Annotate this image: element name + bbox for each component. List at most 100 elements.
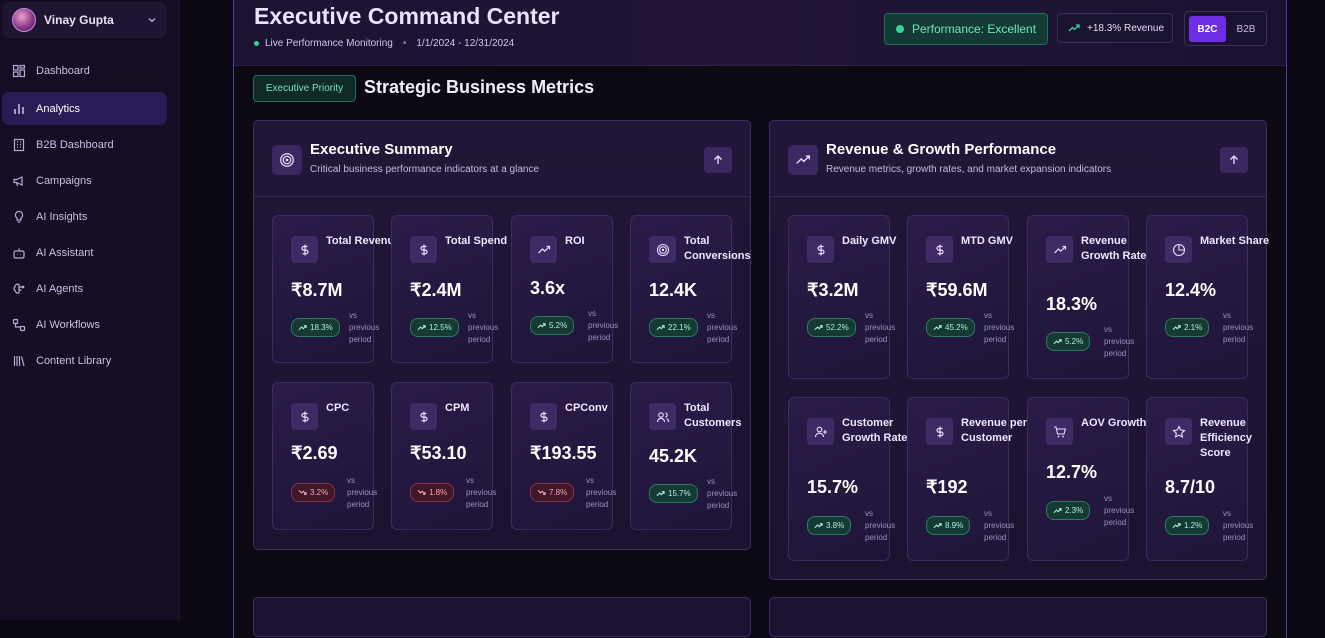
trending-up-icon <box>530 236 557 263</box>
sidebar-item-label: Dashboard <box>36 64 90 77</box>
trending-up-icon <box>814 323 826 332</box>
metric-card-cpc[interactable]: CPC ₹2.69 3.2% vs previous period <box>272 382 377 530</box>
trending-up-icon <box>933 521 945 530</box>
sidebar-item-label: AI Assistant <box>36 246 94 259</box>
change-value: 2.1% <box>1184 323 1203 332</box>
sidebar-item-label: AI Insights <box>36 210 88 223</box>
trending-up-icon <box>1046 236 1073 263</box>
panel-header: Executive Summary Critical business perf… <box>254 121 750 197</box>
change-badge: 18.3% <box>291 318 340 337</box>
metric-value: ₹59.6M <box>926 280 988 300</box>
change-value: 5.2% <box>549 321 568 330</box>
vs-previous-period-label: vs previous period <box>984 509 1015 542</box>
metric-card-revenue-efficiency-score[interactable]: Revenue Efficiency Score 8.7/10 1.2% vs … <box>1146 397 1253 561</box>
trending-up-icon <box>933 323 945 332</box>
sidebar-item-ai-workflows[interactable]: AI Workflows <box>2 308 167 341</box>
metric-card-customer-growth-rate[interactable]: Customer Growth Rate 15.7% 3.8% vs previ… <box>788 397 907 561</box>
sidebar-item-analytics[interactable]: Analytics <box>2 92 167 125</box>
users-icon <box>649 403 676 430</box>
trending-down-icon <box>298 488 310 497</box>
sidebar-item-ai-agents[interactable]: AI Agents <box>2 272 167 305</box>
vs-previous-period-label: vs previous period <box>1223 311 1254 344</box>
segment-b2c-button[interactable]: B2C <box>1189 16 1226 42</box>
change-badge: 3.8% <box>807 516 852 535</box>
trending-up-icon <box>656 489 668 498</box>
grid-icon <box>12 64 26 77</box>
metric-value: 3.6x <box>530 278 566 298</box>
metric-card-revenue-per-customer[interactable]: Revenue per Customer ₹192 8.9% vs previo… <box>907 397 1027 561</box>
panel-title: Executive Summary <box>310 141 453 158</box>
segment-b2b-button[interactable]: B2B <box>1228 16 1264 42</box>
vs-previous-period-label: vs previous period <box>349 311 380 344</box>
metric-card-roi[interactable]: ROI 3.6x 5.2% vs previous period <box>511 215 618 363</box>
sidebar-item-label: B2B Dashboard <box>36 138 114 151</box>
metric-card-cpm[interactable]: CPM ₹53.10 1.8% vs previous period <box>391 382 496 530</box>
chevron-down-icon <box>147 15 167 25</box>
trending-up-icon <box>537 321 549 330</box>
trending-up-icon <box>1053 337 1065 346</box>
metric-label: Market Share <box>1200 235 1270 247</box>
trending-up-icon <box>814 521 826 530</box>
trending-down-icon <box>537 488 549 497</box>
vs-previous-period-label: vs previous period <box>588 309 619 342</box>
vs-previous-period-label: vs previous period <box>984 311 1015 344</box>
change-value: 8.9% <box>945 521 964 530</box>
workflow-icon <box>12 318 26 331</box>
trending-up-icon <box>788 145 818 175</box>
cart-icon <box>1046 418 1073 445</box>
change-value: 5.2% <box>1065 337 1084 346</box>
change-badge: 22.1% <box>649 318 698 337</box>
metric-card-total-customers[interactable]: Total Customers 45.2K 15.7% vs previous … <box>630 382 741 530</box>
metric-card-cpconv[interactable]: CPConv ₹193.55 7.8% vs previous period <box>511 382 616 530</box>
revenue-growth-performance-panel: Revenue & Growth Performance Revenue met… <box>769 120 1269 580</box>
sidebar-item-ai-assistant[interactable]: AI Assistant <box>2 236 167 269</box>
metric-value: ₹193.55 <box>530 443 597 463</box>
change-badge: 2.3% <box>1046 501 1091 520</box>
metric-card-aov-growth[interactable]: AOV Growth 12.7% 2.3% vs previous period <box>1027 397 1146 561</box>
metric-value: 12.7% <box>1046 462 1098 482</box>
change-badge: 12.5% <box>410 318 459 337</box>
page-header: Executive Command Center Live Performanc… <box>234 0 1286 66</box>
metric-label: Total Customers <box>684 402 742 429</box>
vs-previous-period-label: vs previous period <box>468 311 499 344</box>
change-badge: 1.8% <box>410 483 455 502</box>
sidebar: Vinay Gupta Dashboard Analytics B2B Dash… <box>0 0 180 620</box>
dollar-icon <box>926 236 953 263</box>
arrow-up-icon <box>1228 154 1240 166</box>
change-badge: 8.9% <box>926 516 971 535</box>
metric-card-revenue-growth-rate[interactable]: Revenue Growth Rate 18.3% 5.2% vs previo… <box>1027 215 1146 379</box>
metric-card-total-spend[interactable]: Total Spend ₹2.4M 12.5% vs previous peri… <box>391 215 507 363</box>
change-value: 12.5% <box>429 323 452 332</box>
change-value: 52.2% <box>826 323 849 332</box>
sidebar-item-ai-insights[interactable]: AI Insights <box>2 200 167 233</box>
collapse-button[interactable] <box>1220 147 1248 173</box>
collapse-button[interactable] <box>704 147 732 173</box>
change-value: 1.8% <box>429 488 448 497</box>
sidebar-item-content-library[interactable]: Content Library <box>2 344 167 377</box>
user-menu[interactable]: Vinay Gupta <box>2 2 167 38</box>
bottom-panel-left <box>253 597 751 637</box>
sidebar-item-b2b-dashboard[interactable]: B2B Dashboard <box>2 128 167 161</box>
target-icon <box>649 236 676 263</box>
metric-card-total-revenue[interactable]: Total Revenue ₹8.7M 18.3% vs previous pe… <box>272 215 400 363</box>
change-value: 3.2% <box>310 488 329 497</box>
metric-card-daily-gmv[interactable]: Daily GMV ₹3.2M 52.2% vs previous period <box>788 215 896 379</box>
change-value: 3.8% <box>826 521 845 530</box>
pie-chart-icon <box>1165 236 1192 263</box>
vs-previous-period-label: vs previous period <box>466 476 497 509</box>
sidebar-item-label: Analytics <box>36 102 81 115</box>
status-dot <box>896 25 904 33</box>
sidebar-item-campaigns[interactable]: Campaigns <box>2 164 167 197</box>
trending-up-icon <box>656 323 668 332</box>
change-value: 18.3% <box>310 323 333 332</box>
vs-previous-period-label: vs previous period <box>586 476 617 509</box>
metric-card-mtd-gmv[interactable]: MTD GMV ₹59.6M 45.2% vs previous period <box>907 215 1014 379</box>
vs-previous-period-label: vs previous period <box>707 311 738 344</box>
trending-up-icon <box>1053 506 1065 515</box>
dollar-icon <box>926 418 953 445</box>
metric-card-total-conversions[interactable]: Total Conversions 12.4K 22.1% vs previou… <box>630 215 751 363</box>
sidebar-item-dashboard[interactable]: Dashboard <box>2 54 167 87</box>
change-badge: 1.2% <box>1165 516 1210 535</box>
arrow-up-icon <box>712 154 724 166</box>
metric-card-market-share[interactable]: Market Share 12.4% 2.1% vs previous peri… <box>1146 215 1269 379</box>
